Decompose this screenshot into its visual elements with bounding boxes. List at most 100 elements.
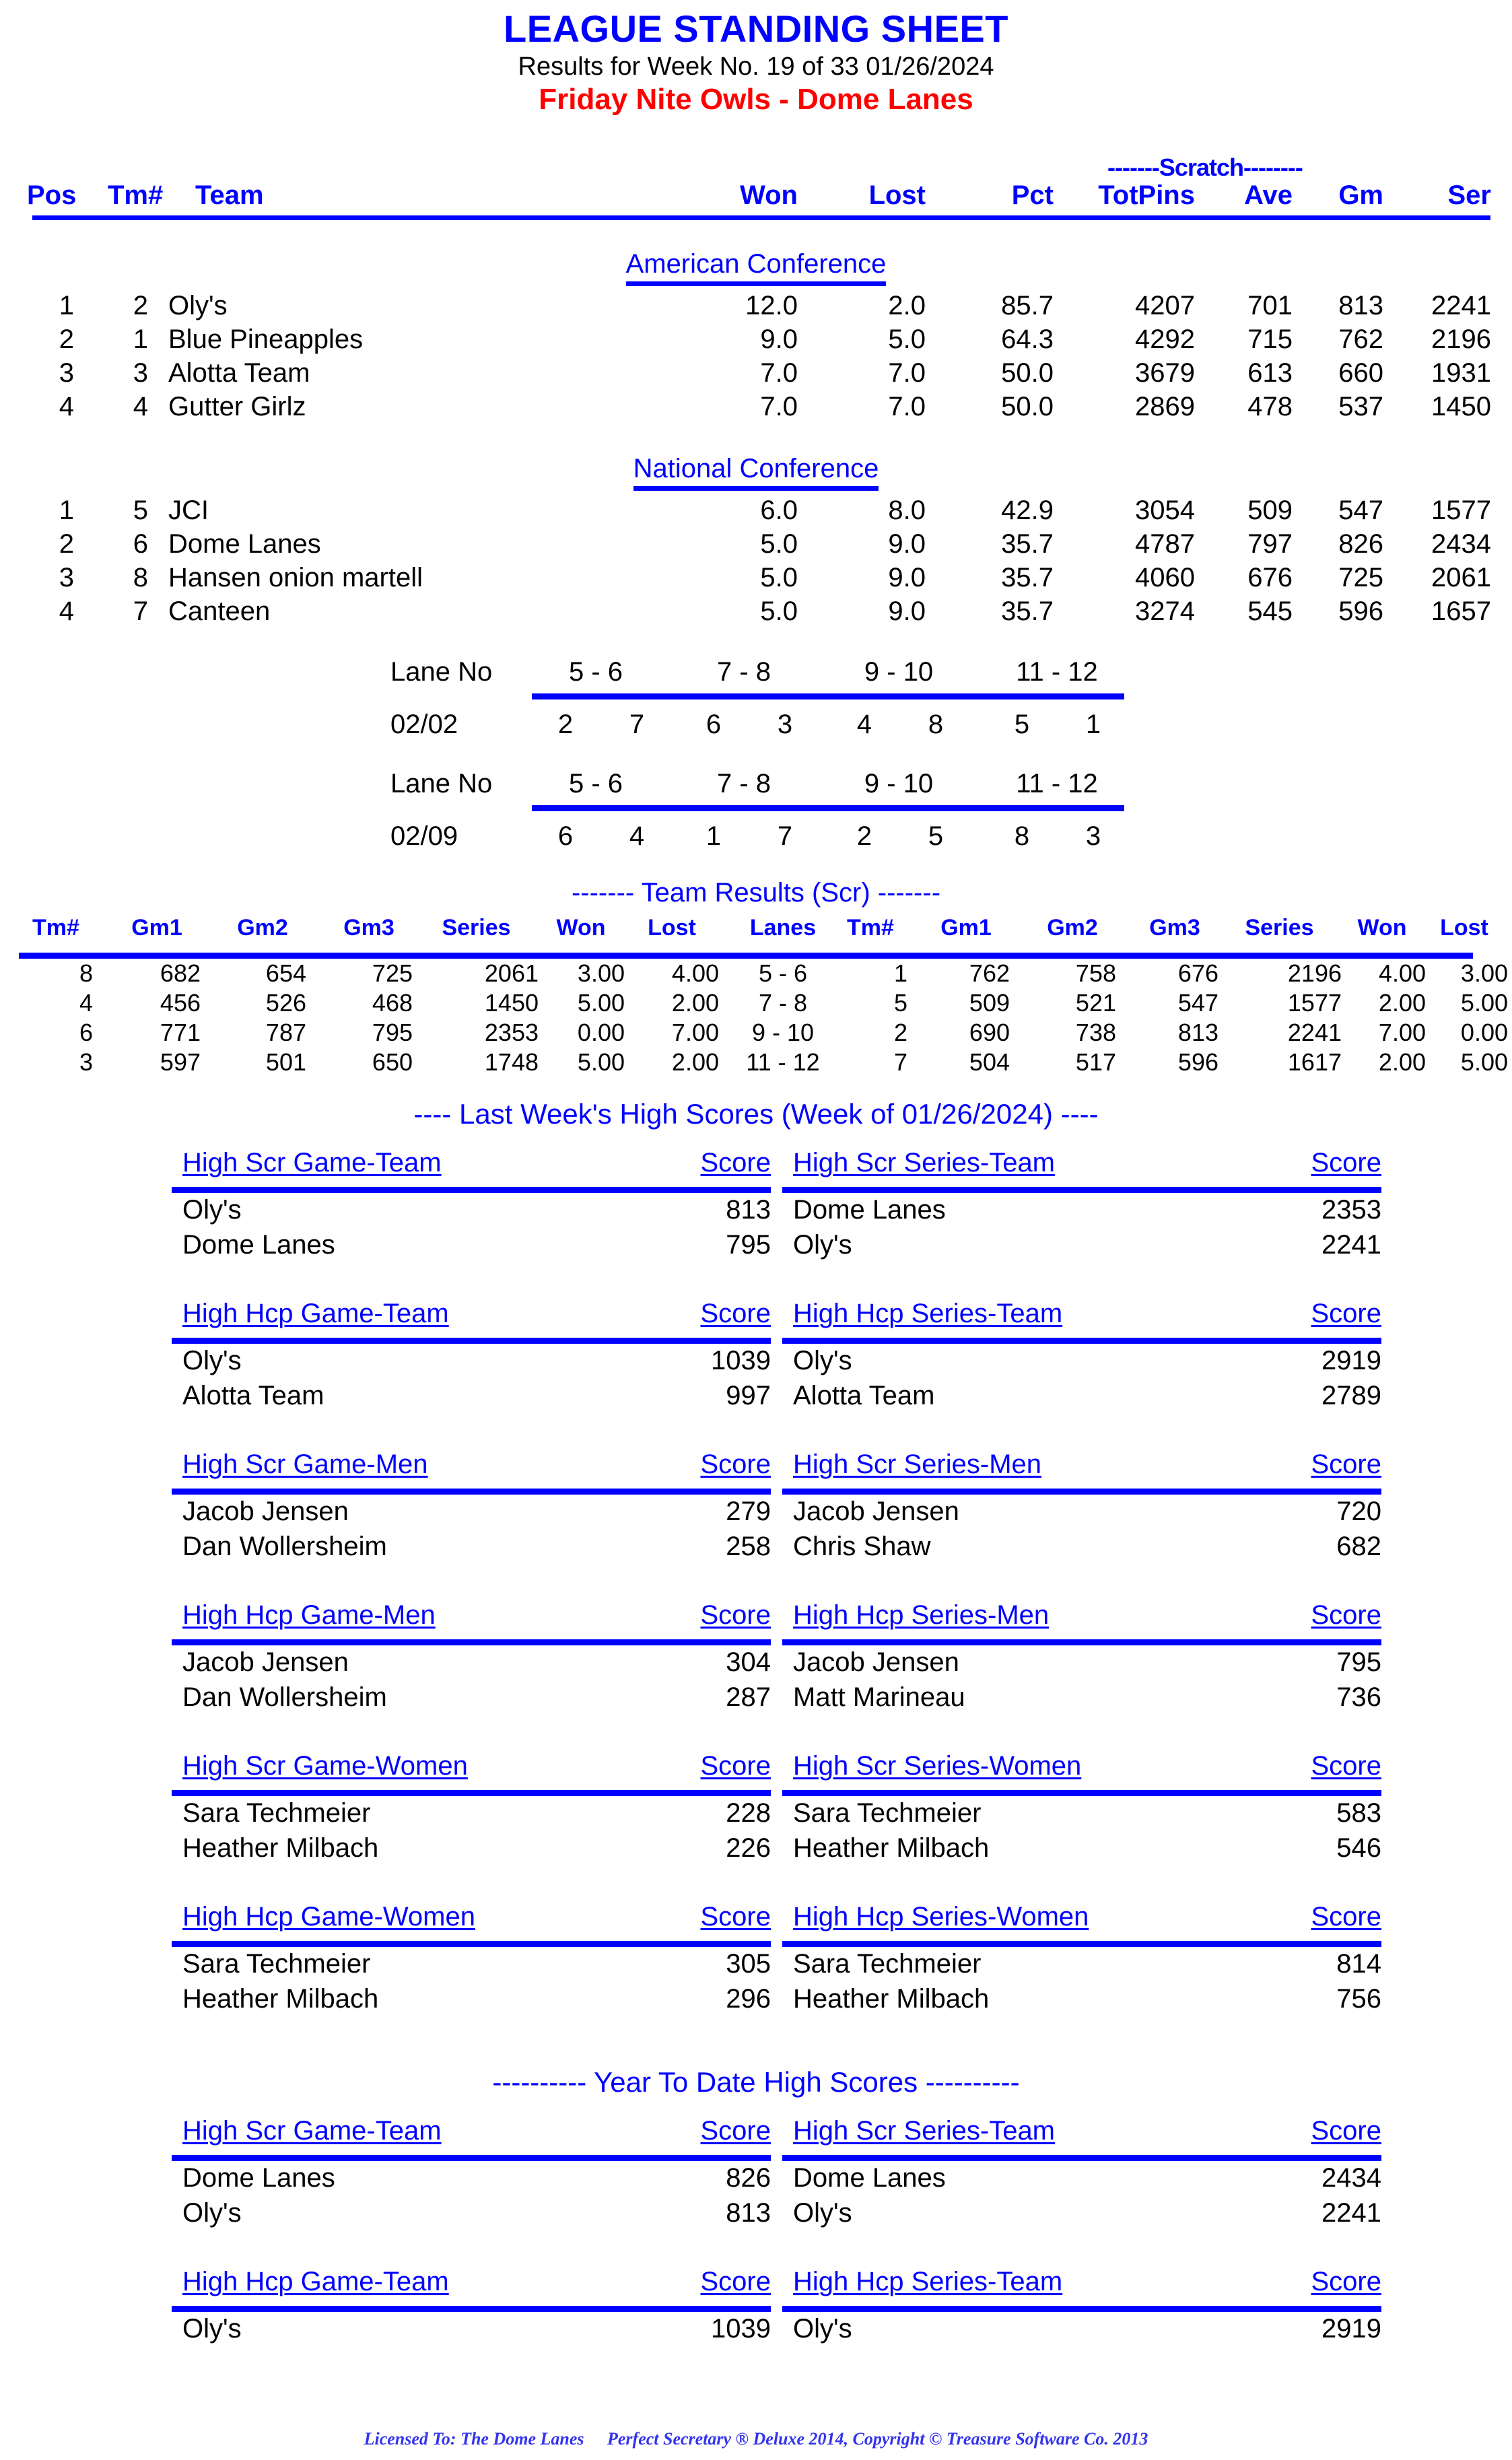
table-row: 6 771 787 795 2353 0.00 7.00 9 - 10 2 69…: [0, 1019, 1512, 1048]
cell-tm-left: 8: [79, 959, 93, 988]
cell-tm: 8: [133, 563, 148, 593]
entry-score: 546: [1336, 1833, 1381, 1864]
entry-name: Dome Lanes: [793, 2163, 946, 2193]
high-score-row: Oly's 2241: [782, 2198, 1388, 2233]
score-column-label: Score: [700, 2116, 771, 2146]
entry-name: Oly's: [182, 2198, 242, 2228]
lane-slot: 1: [1085, 710, 1101, 740]
high-score-rule: [172, 1790, 771, 1797]
scratch-group-label: -------Scratch--------: [1107, 153, 1303, 181]
cell-ser: 2434: [1431, 529, 1491, 559]
cell-tm: 3: [133, 358, 148, 388]
col-header-gm2-right: Gm2: [1047, 915, 1098, 941]
lane-slot: 4: [629, 821, 645, 852]
category-label: High Hcp Game-Team: [182, 1299, 449, 1329]
category-label: High Hcp Series-Team: [793, 2267, 1063, 2297]
score-column-label: Score: [1311, 1148, 1382, 1178]
high-score-group: High Scr Game-Team Score Oly's 813 Dome Lane…: [0, 1148, 1512, 1299]
cell-team: Hansen onion martell: [168, 563, 423, 593]
high-score-column-right: High Hcp Series-Men Score Jacob Jensen 795 M…: [782, 1600, 1388, 1717]
entry-score: 258: [726, 1532, 771, 1562]
cell-pos: 3: [59, 358, 74, 388]
high-score-column-right: High Scr Series-Women Score Sara Techmeier…: [782, 1751, 1388, 1868]
high-score-column-right: High Hcp Series-Team Score Oly's 2919: [782, 2267, 1388, 2349]
high-score-row: Heather Milbach 226: [172, 1833, 778, 1868]
cell-pct: 35.7: [1001, 596, 1054, 627]
col-header-lanes: Lanes: [749, 915, 817, 941]
cell-team: Gutter Girlz: [168, 392, 306, 422]
lane-slot: 6: [557, 821, 574, 852]
entry-score: 1039: [711, 2314, 771, 2344]
col-header-gm3-left: Gm3: [343, 915, 394, 941]
cell-pos: 3: [59, 563, 74, 593]
entry-name: Sara Techmeier: [182, 1798, 371, 1829]
cell-ave: 715: [1247, 324, 1293, 355]
cell-gm1-right: 504: [969, 1048, 1010, 1077]
high-score-row: Dome Lanes 2434: [782, 2163, 1388, 2198]
cell-gm: 660: [1338, 358, 1383, 388]
col-header-series-left: Series: [442, 915, 511, 941]
cell-tm: 5: [133, 496, 148, 526]
entry-name: Dome Lanes: [793, 1195, 946, 1225]
lane-week-date: 02/02: [390, 710, 458, 740]
table-row: 2 1 Blue Pineapples 9.0 5.0 64.3 4292 71…: [0, 324, 1512, 358]
category-label: High Scr Game-Team: [182, 2116, 442, 2146]
table-row: 4 456 526 468 1450 5.00 2.00 7 - 8 5 509…: [0, 989, 1512, 1019]
entry-score: 279: [726, 1497, 771, 1527]
high-score-group: High Scr Game-Team Score Dome Lanes 826 Oly'…: [0, 2116, 1512, 2267]
high-score-header: High Scr Game-Men Score: [172, 1449, 778, 1487]
cell-pos: 1: [59, 291, 74, 321]
entry-score: 826: [726, 2163, 771, 2193]
high-score-rule: [172, 1338, 771, 1344]
entry-name: Jacob Jensen: [793, 1497, 959, 1527]
high-score-column-left: High Hcp Game-Team Score Oly's 1039: [172, 2267, 778, 2349]
cell-tm-left: 3: [79, 1048, 93, 1077]
col-header-team: Team: [195, 180, 264, 211]
high-score-column-right: High Scr Series-Men Score Jacob Jensen 720 C…: [782, 1449, 1388, 1567]
col-header-lost-right: Lost: [1440, 915, 1488, 941]
cell-gm3-right: 547: [1177, 989, 1218, 1017]
high-score-header: High Scr Series-Men Score: [782, 1449, 1388, 1487]
cell-ave: 701: [1247, 291, 1293, 321]
table-row: 1 2 Oly's 12.0 2.0 85.7 4207 701 813 224…: [0, 291, 1512, 324]
lane-slot: 8: [928, 710, 944, 740]
category-label: High Hcp Game-Team: [182, 2267, 449, 2297]
entry-name: Dome Lanes: [182, 2163, 335, 2193]
cell-lanes: 11 - 12: [746, 1048, 820, 1077]
table-row: 3 3 Alotta Team 7.0 7.0 50.0 3679 613 66…: [0, 358, 1512, 392]
entry-name: Heather Milbach: [182, 1833, 379, 1864]
cell-series-left: 1748: [484, 1048, 539, 1077]
standings-header-rule: [32, 215, 1490, 221]
title-block: LEAGUE STANDING SHEET Results for Week N…: [0, 0, 1512, 116]
entry-score: 305: [726, 1949, 771, 1979]
high-score-row: Heather Milbach 756: [782, 1984, 1388, 2019]
cell-won-right: 2.00: [1378, 989, 1426, 1017]
entry-score: 813: [726, 2198, 771, 2228]
high-score-header: High Hcp Series-Men Score: [782, 1600, 1388, 1638]
high-score-header: High Hcp Series-Women Score: [782, 1902, 1388, 1940]
category-label: High Hcp Series-Women: [793, 1902, 1089, 1932]
last-week-high-scores-title: ---- Last Week's High Scores (Week of 01…: [413, 1098, 1099, 1130]
lane-schedule-week2: Lane No 5 - 6 7 - 8 9 - 10 11 - 12 02/09…: [0, 769, 1512, 863]
cell-tm: 6: [133, 529, 148, 559]
high-score-rule: [782, 1489, 1381, 1495]
cell-gm2-left: 654: [265, 959, 306, 988]
high-score-column-left: High Hcp Game-Women Score Sara Techmeier 30…: [172, 1902, 778, 2019]
high-score-header: High Scr Game-Team Score: [172, 2116, 778, 2154]
score-column-label: Score: [1311, 1449, 1382, 1480]
high-score-rule: [172, 2155, 771, 2162]
cell-won: 6.0: [760, 496, 798, 526]
cell-gm: 596: [1338, 596, 1383, 627]
cell-team: Oly's: [168, 291, 228, 321]
entry-score: 2919: [1321, 1346, 1381, 1376]
category-label: High Scr Series-Men: [793, 1449, 1042, 1480]
standings-header-row: Pos Tm# Team Won Lost Pct TotPins Ave Gm…: [0, 180, 1512, 221]
entry-score: 720: [1336, 1497, 1381, 1527]
entry-name: Sara Techmeier: [793, 1798, 982, 1829]
cell-gm1-right: 690: [969, 1019, 1010, 1047]
conference-heading-national: National Conference: [0, 454, 1512, 496]
cell-gm: 547: [1338, 496, 1383, 526]
score-column-label: Score: [700, 1751, 771, 1781]
category-label: High Hcp Game-Women: [182, 1902, 475, 1932]
cell-ave: 613: [1247, 358, 1293, 388]
